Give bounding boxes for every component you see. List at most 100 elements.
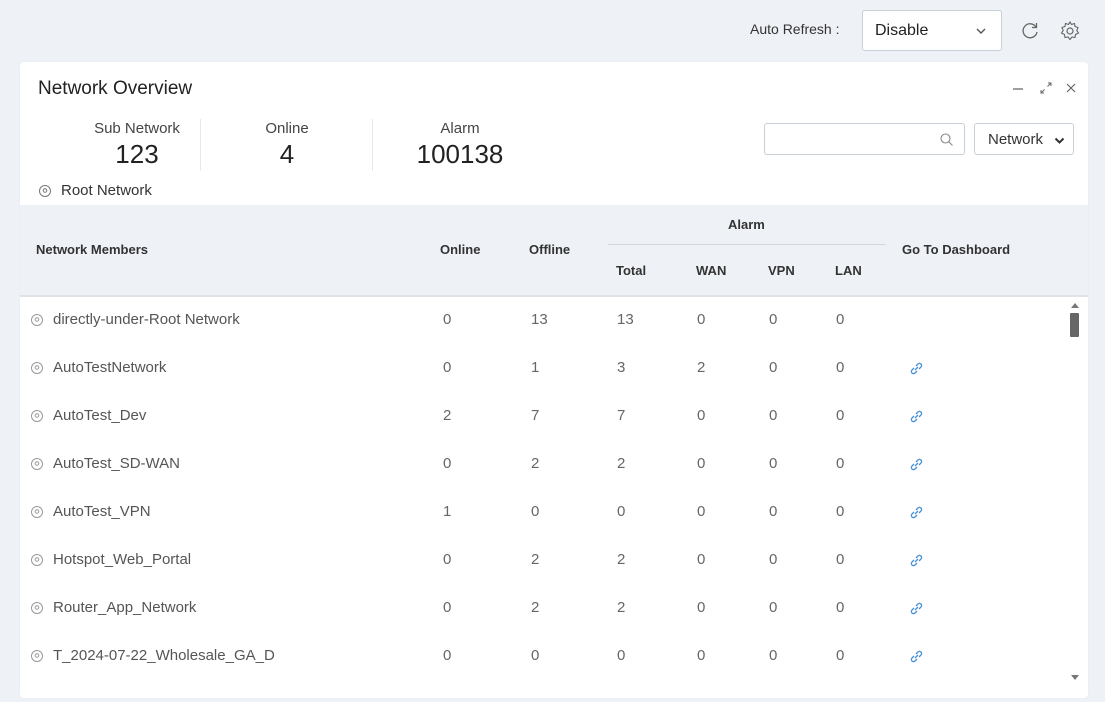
table-row[interactable]: T_2024-07-22_Wholesale_GA_D 0 0 0 0 0 0 — [20, 633, 1070, 681]
alarm-wan-cell: 0 — [697, 455, 706, 472]
chevron-down-icon — [976, 28, 986, 34]
alarm-total-cell: 2 — [617, 455, 626, 472]
dashboard-link-icon[interactable] — [908, 408, 925, 425]
root-network-label: Root Network — [61, 182, 152, 199]
offline-cell: 1 — [531, 359, 540, 376]
table-row[interactable]: Router_App_Network 0 2 2 0 0 0 — [20, 585, 1070, 633]
member-name-cell: AutoTest_SD-WAN — [30, 455, 180, 472]
online-cell: 0 — [443, 455, 452, 472]
alarm-vpn-cell: 0 — [769, 359, 778, 376]
root-network-breadcrumb[interactable]: Root Network — [38, 182, 152, 199]
alarm-vpn-cell: 0 — [769, 599, 778, 616]
network-filter-select[interactable]: Network — [974, 123, 1074, 155]
online-cell: 0 — [443, 311, 452, 328]
alarm-total-cell: 2 — [617, 551, 626, 568]
table-row[interactable]: AutoTest_Dev 2 7 7 0 0 0 — [20, 393, 1070, 441]
alarm-total-cell: 0 — [617, 647, 626, 664]
table-row[interactable]: AutoTest_SD-WAN 0 2 2 0 0 0 — [20, 441, 1070, 489]
table-row[interactable]: AutoTestNetwork 0 1 3 2 0 0 — [20, 345, 1070, 393]
online-cell: 2 — [443, 407, 452, 424]
member-name-cell: Router_App_Network — [30, 599, 196, 616]
search-icon — [940, 133, 953, 146]
alarm-lan-cell: 0 — [836, 599, 845, 616]
alarm-wan-cell: 0 — [697, 311, 706, 328]
gear-icon[interactable] — [1059, 20, 1081, 42]
online-cell: 1 — [443, 503, 452, 520]
member-name-cell: T_2024-07-22_Wholesale_GA_D — [30, 647, 275, 664]
stat-online: Online 4 — [232, 120, 342, 170]
member-name: AutoTestNetwork — [53, 359, 167, 376]
online-cell: 0 — [443, 599, 452, 616]
header-vpn: VPN — [768, 263, 795, 278]
dashboard-link-icon[interactable] — [908, 456, 925, 473]
stat-online-value: 4 — [279, 139, 295, 169]
scroll-up-arrow[interactable] — [1071, 303, 1079, 308]
member-name: AutoTest_VPN — [53, 503, 151, 520]
alarm-lan-cell: 0 — [836, 455, 845, 472]
refresh-icon[interactable] — [1019, 20, 1041, 42]
offline-cell: 0 — [531, 503, 540, 520]
alarm-total-cell: 13 — [617, 311, 634, 328]
location-pin-icon — [31, 601, 43, 614]
table-row[interactable]: AutoTest_VPN 1 0 0 0 0 0 — [20, 489, 1070, 537]
dashboard-link-icon[interactable] — [908, 600, 925, 617]
expand-icon[interactable] — [1038, 80, 1054, 96]
member-name: AutoTest_SD-WAN — [53, 455, 180, 472]
top-toolbar: Auto Refresh : Disable — [0, 0, 1105, 62]
stat-divider — [200, 119, 201, 171]
location-pin-icon — [31, 553, 43, 566]
alarm-lan-cell: 0 — [836, 407, 845, 424]
search-field[interactable] — [764, 123, 965, 155]
alarm-wan-cell: 0 — [697, 503, 706, 520]
online-cell: 0 — [443, 647, 452, 664]
alarm-vpn-cell: 0 — [769, 647, 778, 664]
scroll-thumb[interactable] — [1070, 313, 1079, 337]
header-alarm: Alarm — [728, 217, 765, 232]
dashboard-link-icon[interactable] — [908, 504, 925, 521]
table-row[interactable]: Hotspot_Web_Portal 0 2 2 0 0 0 — [20, 537, 1070, 585]
header-wan: WAN — [696, 263, 727, 278]
alarm-lan-cell: 0 — [836, 647, 845, 664]
alarm-total-cell: 2 — [617, 599, 626, 616]
stat-sub-network: Sub Network 123 — [72, 120, 202, 170]
stat-alarm-label: Alarm — [440, 120, 480, 137]
dashboard-link-icon[interactable] — [908, 552, 925, 569]
header-lan: LAN — [835, 263, 862, 278]
online-cell: 0 — [443, 359, 452, 376]
location-pin-icon — [31, 409, 43, 422]
alarm-total-cell: 3 — [617, 359, 626, 376]
alarm-lan-cell: 0 — [836, 311, 845, 328]
dashboard-link-icon[interactable] — [908, 648, 925, 665]
alarm-wan-cell: 0 — [697, 599, 706, 616]
location-pin-icon — [31, 361, 43, 374]
minimize-icon[interactable] — [1010, 80, 1026, 96]
stat-online-label: Online — [265, 120, 309, 137]
dashboard-link-icon[interactable] — [908, 360, 925, 377]
network-overview-panel: Network Overview Sub Network 123 Online … — [20, 62, 1088, 698]
member-name: Router_App_Network — [53, 599, 197, 616]
table-scrollbar[interactable] — [1068, 297, 1082, 687]
member-name: directly-under-Root Network — [53, 311, 240, 328]
header-network-members: Network Members — [36, 242, 148, 257]
auto-refresh-select[interactable]: Disable — [862, 10, 1002, 51]
table-row[interactable]: directly-under-Root Network 0 13 13 0 0 … — [20, 297, 1070, 345]
member-name-cell: AutoTestNetwork — [30, 359, 166, 376]
auto-refresh-value: Disable — [875, 22, 929, 39]
alarm-vpn-cell: 0 — [769, 455, 778, 472]
scroll-down-arrow[interactable] — [1071, 675, 1079, 680]
alarm-wan-cell: 0 — [697, 551, 706, 568]
alarm-lan-cell: 0 — [836, 551, 845, 568]
header-offline: Offline — [529, 242, 571, 257]
search-input[interactable] — [765, 124, 935, 154]
alarm-total-cell: 0 — [617, 503, 626, 520]
alarm-vpn-cell: 0 — [769, 311, 778, 328]
offline-cell: 7 — [531, 407, 540, 424]
stat-sub-network-value: 123 — [115, 139, 159, 169]
offline-cell: 13 — [531, 311, 548, 328]
stat-sub-network-label: Sub Network — [94, 120, 180, 137]
alarm-vpn-cell: 0 — [769, 407, 778, 424]
stat-alarm-value: 100138 — [416, 139, 504, 169]
member-name-cell: AutoTest_VPN — [30, 503, 151, 520]
offline-cell: 2 — [531, 455, 540, 472]
close-icon[interactable] — [1063, 80, 1079, 96]
